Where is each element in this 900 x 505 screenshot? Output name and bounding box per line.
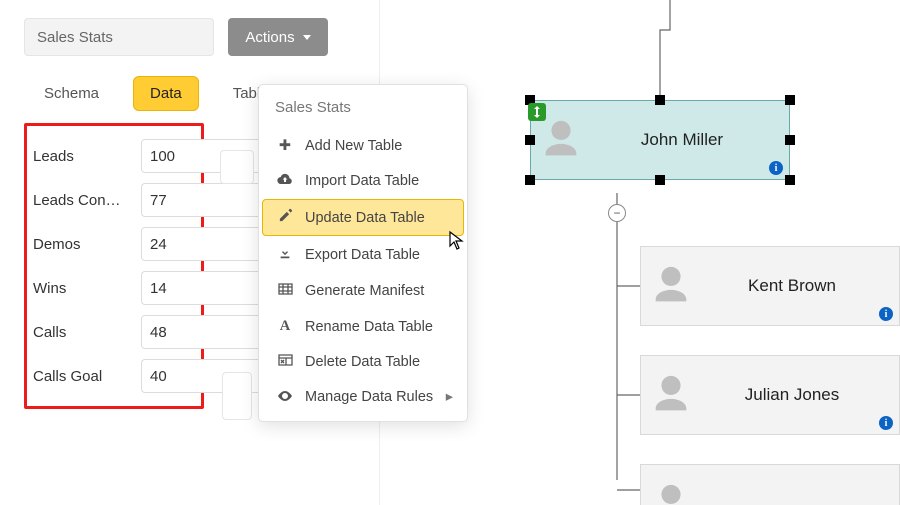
table-row: Wins [33, 268, 195, 308]
actions-menu-title: Sales Stats [259, 85, 467, 128]
menu-item-update[interactable]: Update Data Table [262, 199, 464, 236]
resize-handle[interactable] [525, 135, 535, 145]
font-icon: A [277, 318, 293, 335]
avatar-icon [641, 256, 701, 316]
tab-schema[interactable]: Schema [28, 77, 115, 110]
tab-data[interactable]: Data [133, 76, 199, 111]
info-icon[interactable]: i [769, 161, 783, 175]
menu-item-label: Update Data Table [305, 210, 425, 226]
row-label: Calls Goal [33, 368, 141, 385]
resize-handle[interactable] [655, 95, 665, 105]
menu-item-add-table[interactable]: ✚ Add New Table [262, 129, 464, 163]
menu-item-rules[interactable]: Manage Data Rules ▸ [262, 380, 464, 414]
org-node[interactable]: Julian Jones i [640, 355, 900, 435]
menu-item-export[interactable]: Export Data Table [262, 237, 464, 273]
org-node-name: Julian Jones [701, 385, 899, 405]
menu-item-label: Generate Manifest [305, 283, 424, 299]
menu-item-manifest[interactable]: Generate Manifest [262, 274, 464, 308]
table-row: Calls [33, 312, 195, 352]
org-node[interactable] [640, 464, 900, 505]
tab-schema-label: Schema [44, 85, 99, 102]
resize-handle[interactable] [785, 135, 795, 145]
actions-button-label: Actions [245, 29, 294, 46]
minus-icon: − [613, 207, 620, 219]
table-x-icon [277, 354, 293, 370]
avatar-icon [641, 474, 701, 505]
table-row: Calls Goal [33, 356, 195, 396]
info-icon[interactable]: i [879, 307, 893, 321]
submenu-arrow-icon: ▸ [446, 389, 453, 405]
resize-handle[interactable] [525, 175, 535, 185]
table-name-box[interactable]: Sales Stats [24, 18, 214, 56]
bg-input [220, 150, 254, 184]
menu-item-label: Manage Data Rules [305, 389, 433, 405]
row-label: Leads Con… [33, 192, 141, 209]
row-label: Calls [33, 324, 141, 341]
edit-icon [277, 208, 293, 227]
panel-header: Sales Stats Actions [24, 18, 367, 56]
data-rows-highlight: Leads Leads Con… Demos Wins Calls Calls … [24, 123, 204, 409]
row-label: Wins [33, 280, 141, 297]
table-row: Leads Con… [33, 180, 195, 220]
org-node-name: Kent Brown [701, 276, 899, 296]
grid-icon [277, 283, 293, 299]
avatar-icon [641, 365, 701, 425]
plus-icon: ✚ [277, 138, 293, 154]
actions-button[interactable]: Actions [228, 18, 328, 56]
menu-item-label: Import Data Table [305, 173, 419, 189]
table-row: Leads [33, 136, 195, 176]
resize-handle[interactable] [655, 175, 665, 185]
menu-item-label: Export Data Table [305, 247, 420, 263]
move-handle-icon[interactable] [528, 103, 546, 121]
org-node-selected[interactable]: John Miller i [530, 100, 790, 180]
menu-item-label: Delete Data Table [305, 354, 420, 370]
cloud-upload-icon [277, 173, 293, 189]
row-label: Leads [33, 148, 141, 165]
caret-down-icon [303, 35, 311, 40]
actions-menu: Sales Stats ✚ Add New Table Import Data … [258, 84, 468, 422]
menu-item-label: Rename Data Table [305, 319, 433, 335]
eye-icon [277, 389, 293, 405]
resize-handle[interactable] [785, 95, 795, 105]
resize-handle[interactable] [785, 175, 795, 185]
tab-data-label: Data [150, 85, 182, 102]
menu-item-import[interactable]: Import Data Table [262, 164, 464, 198]
collapse-toggle[interactable]: − [608, 204, 626, 222]
info-icon[interactable]: i [879, 416, 893, 430]
org-node-name: John Miller [591, 130, 789, 150]
menu-item-rename[interactable]: A Rename Data Table [262, 309, 464, 344]
table-row: Demos [33, 224, 195, 264]
org-node[interactable]: Kent Brown i [640, 246, 900, 326]
row-label: Demos [33, 236, 141, 253]
download-icon [277, 246, 293, 264]
bg-input [222, 372, 252, 420]
table-name-label: Sales Stats [37, 29, 113, 46]
menu-item-label: Add New Table [305, 138, 402, 154]
menu-item-delete[interactable]: Delete Data Table [262, 345, 464, 379]
